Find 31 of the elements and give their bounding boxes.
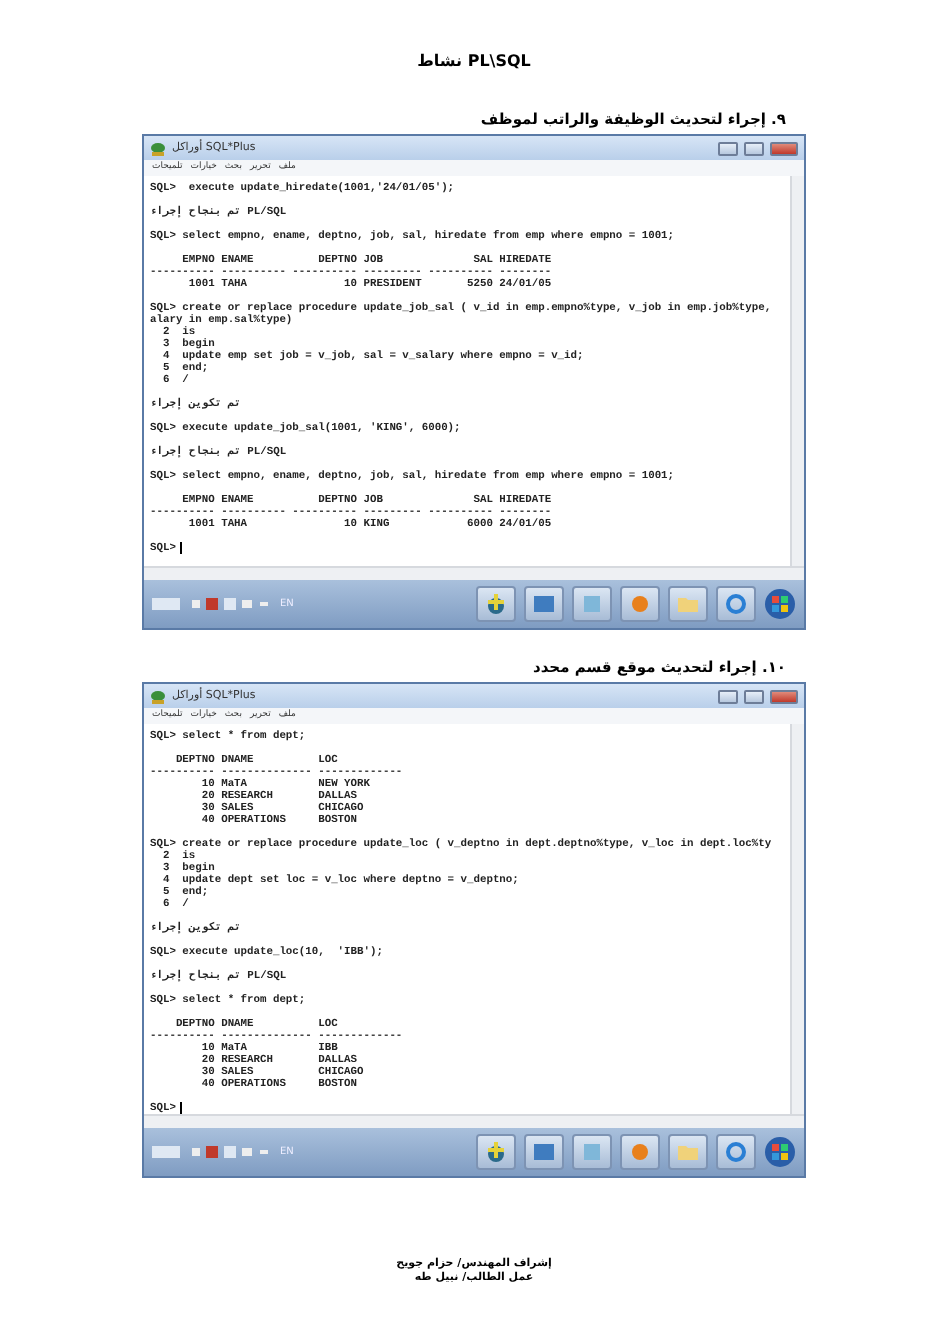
taskbar-app-icon[interactable] [476, 586, 516, 622]
maximize-button[interactable] [744, 689, 764, 703]
app-icon [150, 141, 166, 155]
maximize-button[interactable] [744, 141, 764, 155]
tray-icons-drawing [152, 596, 272, 612]
minimize-button[interactable] [718, 689, 738, 703]
taskbar-app-icon[interactable] [524, 1134, 564, 1170]
close-button[interactable] [770, 689, 798, 703]
horizontal-scrollbar[interactable] [144, 566, 804, 580]
folder-icon[interactable] [668, 586, 708, 622]
vertical-scrollbar[interactable] [790, 724, 804, 1114]
page-title: نشاط PL\SQL [417, 52, 531, 70]
taskbar-app-icon[interactable] [524, 586, 564, 622]
tray-icons-drawing [152, 1144, 272, 1160]
taskbar-app-icon[interactable] [620, 586, 660, 622]
browser-icon[interactable] [716, 1134, 756, 1170]
text-cursor [179, 542, 182, 554]
close-button[interactable] [770, 141, 798, 155]
taskbar-app-icon[interactable] [620, 1134, 660, 1170]
taskbar-app-icon[interactable] [476, 1134, 516, 1170]
horizontal-scrollbar[interactable] [144, 1114, 804, 1128]
start-button-icon[interactable] [764, 588, 796, 620]
browser-icon[interactable] [716, 586, 756, 622]
app-icon [150, 689, 166, 703]
folder-icon[interactable] [668, 1134, 708, 1170]
vertical-scrollbar[interactable] [790, 176, 804, 566]
text-cursor [179, 1102, 182, 1114]
start-button-icon[interactable] [764, 1136, 796, 1168]
taskbar-app-icon[interactable] [572, 1134, 612, 1170]
minimize-button[interactable] [718, 141, 738, 155]
taskbar-app-icon[interactable] [572, 586, 612, 622]
